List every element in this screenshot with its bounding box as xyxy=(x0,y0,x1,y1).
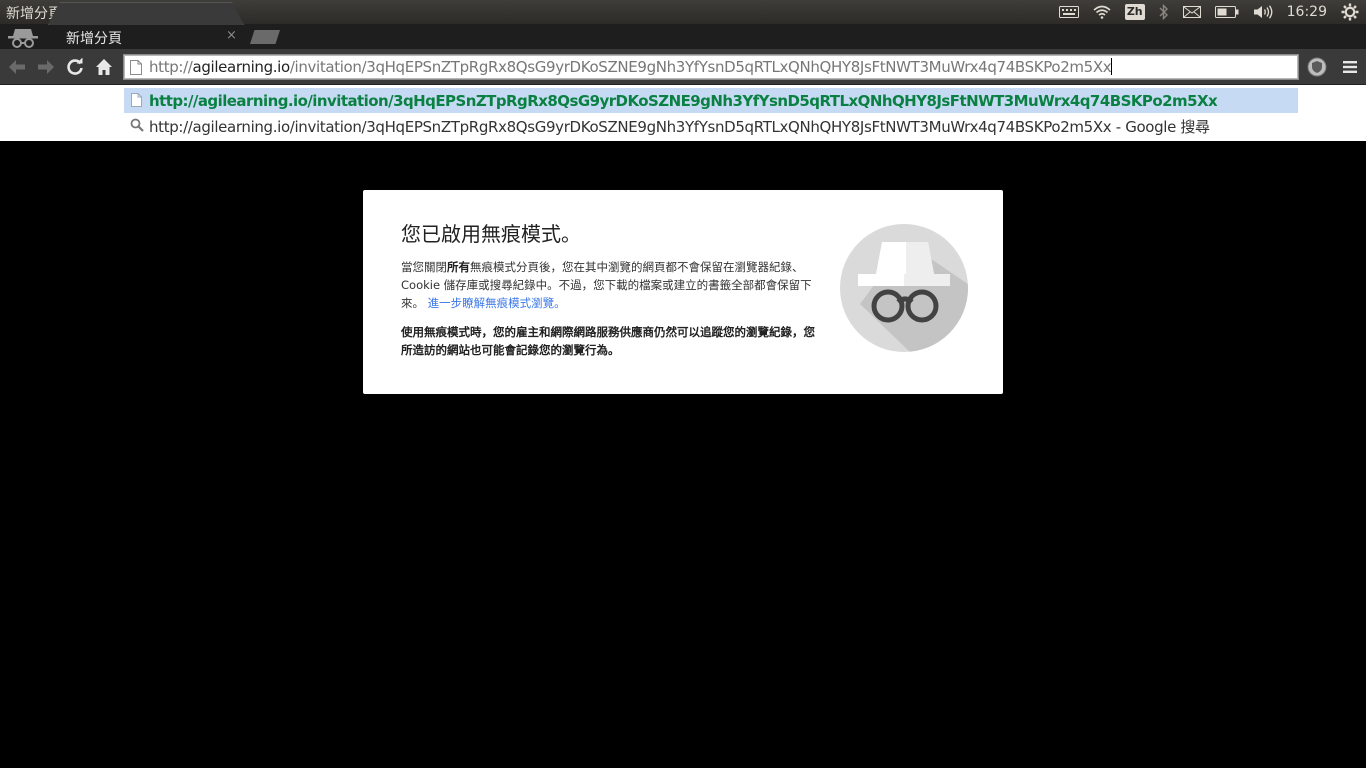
browser-toolbar: http://agilearning.io/invitation/3qHqEPS… xyxy=(0,49,1366,85)
address-bar[interactable]: http://agilearning.io/invitation/3qHqEPS… xyxy=(123,54,1299,80)
wifi-icon[interactable] xyxy=(1093,5,1111,19)
input-method-indicator[interactable]: Zh xyxy=(1124,4,1145,20)
battery-icon[interactable] xyxy=(1214,6,1239,18)
mail-icon[interactable] xyxy=(1182,6,1201,18)
bluetooth-icon[interactable] xyxy=(1159,4,1169,20)
learn-more-link[interactable]: 進一步瞭解無痕模式瀏覽。 xyxy=(428,296,566,310)
new-tab-button[interactable] xyxy=(250,30,280,44)
tab-new-tab[interactable] xyxy=(48,2,244,25)
page-icon xyxy=(131,93,142,107)
description-text: 當您關閉 xyxy=(401,260,447,274)
tab-close-button[interactable]: × xyxy=(226,28,237,43)
extension-shield-icon xyxy=(1307,57,1327,77)
menu-button[interactable] xyxy=(1339,56,1361,78)
text-caret xyxy=(1111,58,1113,75)
incognito-info-card: 您已啟用無痕模式。 當您關閉所有無痕模式分頁後，您在其中瀏覽的網頁都不會保留在瀏… xyxy=(363,190,1003,394)
clock[interactable]: 16:29 xyxy=(1287,4,1327,20)
incognito-title: 您已啟用無痕模式。 xyxy=(401,222,581,246)
suggestion-url-text: http://agilearning.io/invitation/3qHqEPS… xyxy=(149,92,1218,110)
home-icon xyxy=(96,59,112,75)
description-bold: 所有 xyxy=(447,260,470,274)
incognito-warning: 使用無痕模式時，您的雇主和網際網路服務供應商仍然可以追蹤您的瀏覽紀錄，您所造訪的… xyxy=(401,325,815,357)
reload-button[interactable] xyxy=(64,56,86,78)
url-scheme: http:// xyxy=(149,58,193,76)
url-host: agilearning.io xyxy=(192,58,291,76)
search-icon xyxy=(130,118,144,132)
incognito-avatar-icon xyxy=(8,29,38,48)
reload-icon xyxy=(67,58,83,75)
page-icon xyxy=(130,60,142,75)
incognito-description: 當您關閉所有無痕模式分頁後，您在其中瀏覽的網頁都不會保留在瀏覽器紀錄、Cooki… xyxy=(401,258,821,312)
tab-title: 新增分頁 xyxy=(66,31,122,47)
hamburger-menu-icon xyxy=(1343,61,1357,73)
tab-strip xyxy=(0,24,1366,49)
url-path: /invitation/3qHqEPSnZTpRgRx8QsG9yrDKoSZN… xyxy=(289,58,1112,76)
keyboard-icon[interactable] xyxy=(1058,6,1079,18)
address-bar-text: http://agilearning.io/invitation/3qHqEPS… xyxy=(149,58,1113,76)
suggestion-url[interactable]: http://agilearning.io/invitation/3qHqEPS… xyxy=(124,88,1298,113)
forward-button[interactable] xyxy=(35,56,57,78)
suggestion-search[interactable]: http://agilearning.io/invitation/3qHqEPS… xyxy=(149,116,1210,137)
back-arrow-icon xyxy=(9,60,25,74)
extension-button[interactable] xyxy=(1306,56,1328,78)
forward-arrow-icon xyxy=(38,60,54,74)
incognito-spy-icon xyxy=(840,224,968,352)
home-button[interactable] xyxy=(93,56,115,78)
omnibox-suggestions: http://agilearning.io/invitation/3qHqEPS… xyxy=(0,85,1366,141)
volume-icon[interactable] xyxy=(1253,5,1273,19)
back-button[interactable] xyxy=(6,56,28,78)
session-gear-icon[interactable] xyxy=(1341,3,1359,21)
system-tray: Zh 16:29 xyxy=(1052,0,1366,24)
